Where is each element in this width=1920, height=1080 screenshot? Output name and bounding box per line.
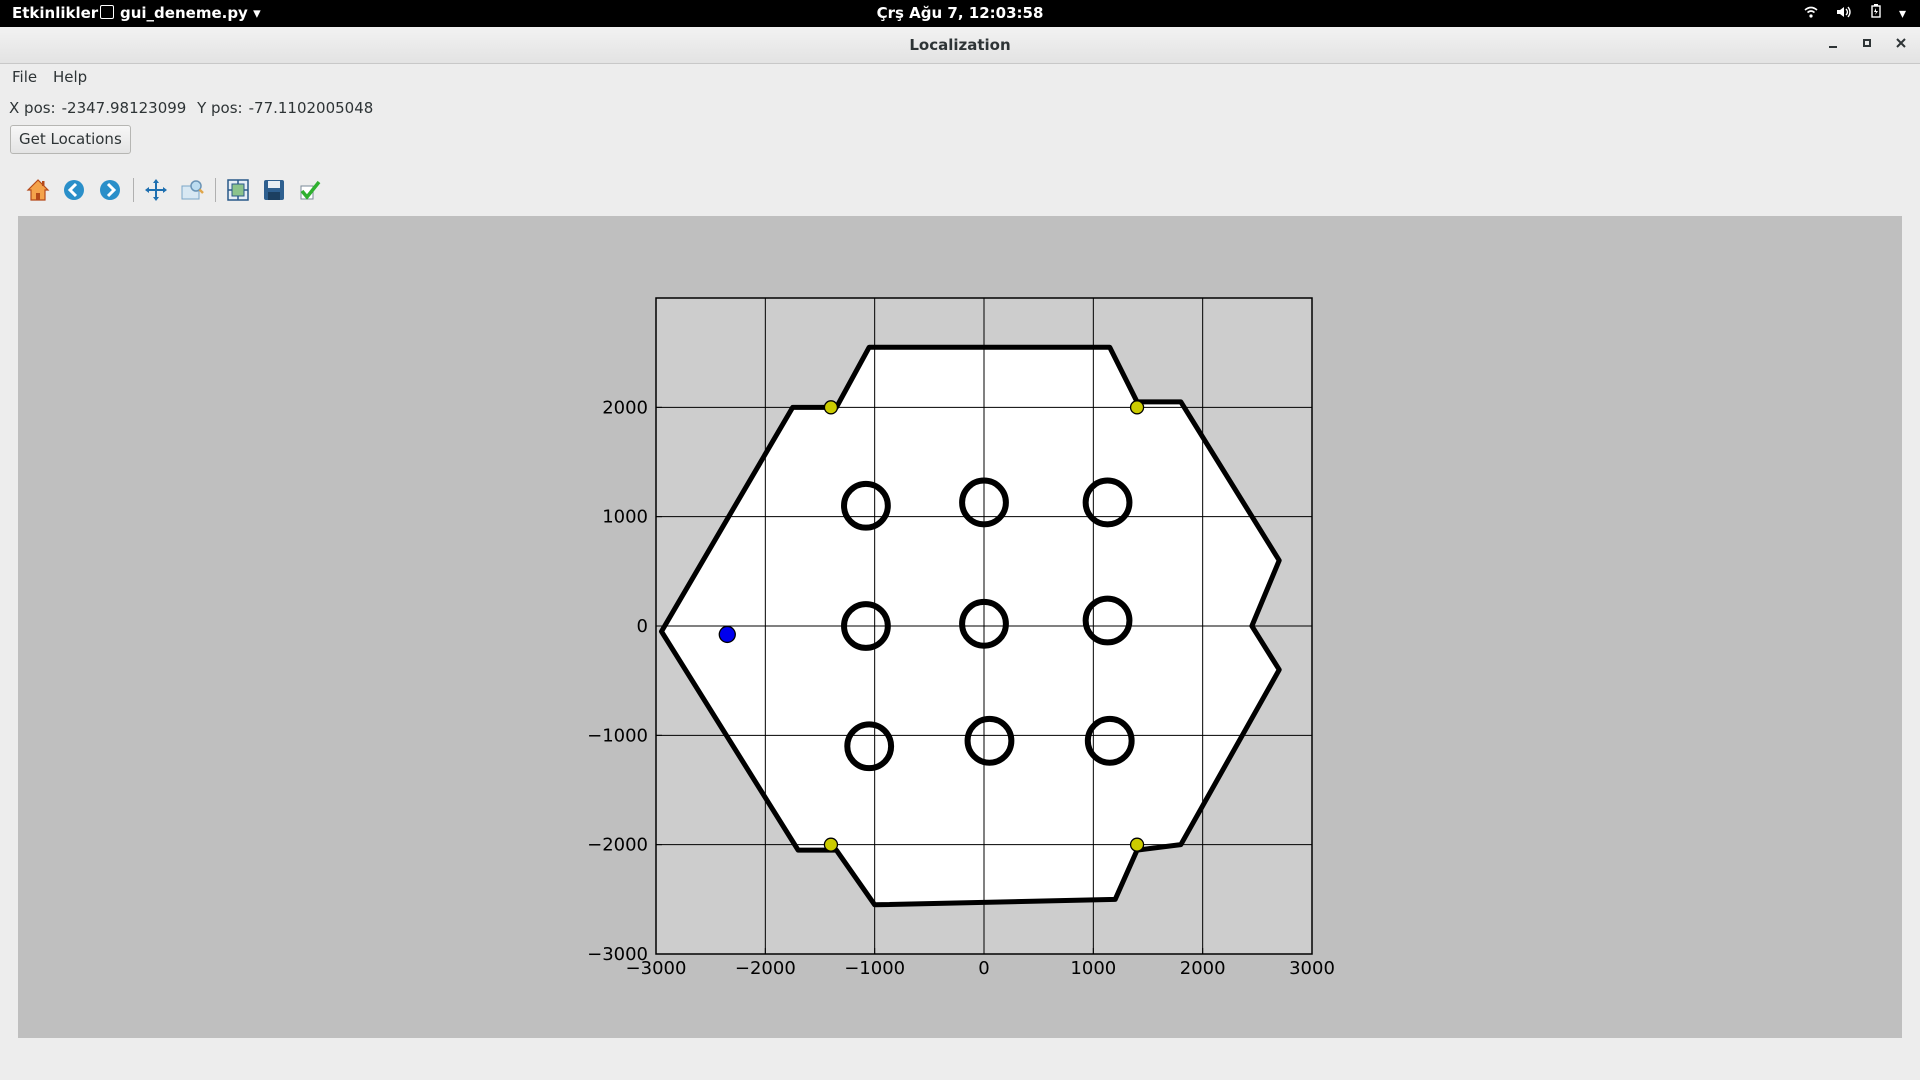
- obstacle-marker: [1082, 477, 1133, 528]
- y-pos-label: Y pos:: [197, 99, 243, 117]
- window-titlebar[interactable]: Localization: [0, 27, 1920, 64]
- toolbar-separator: [215, 178, 216, 202]
- home-button[interactable]: [24, 176, 52, 204]
- y-tick-label: 2000: [602, 397, 648, 418]
- y-pos-value: -77.1102005048: [248, 99, 374, 117]
- configure-subplots-icon: [227, 179, 249, 201]
- obstacle-marker: [844, 721, 895, 772]
- obstacle-marker: [841, 480, 891, 531]
- back-icon: [64, 180, 84, 200]
- y-tick-label: −1000: [587, 725, 648, 746]
- wifi-icon: [1804, 6, 1822, 22]
- anchor-point-marker: [823, 400, 839, 415]
- clock[interactable]: Çrş Ağu 7, 12:03:58: [0, 4, 1920, 22]
- system-menu-chevron-icon: ▾: [1898, 6, 1906, 22]
- x-tick-label: −2000: [735, 958, 796, 979]
- close-icon: [1896, 38, 1906, 48]
- forward-button[interactable]: [96, 176, 124, 204]
- system-tray[interactable]: ▾: [1790, 4, 1906, 22]
- anchor-point-marker: [1129, 837, 1145, 852]
- menu-help[interactable]: Help: [53, 68, 87, 86]
- save-button[interactable]: [260, 176, 288, 204]
- obstacle-marker: [1082, 595, 1133, 646]
- anchor-point-marker: [1129, 400, 1145, 415]
- menu-bar: File Help: [0, 64, 1920, 90]
- x-tick-label: 0: [978, 958, 989, 979]
- zoom-icon: [181, 180, 204, 200]
- edit-check-icon: [300, 180, 321, 200]
- home-icon: [26, 179, 50, 201]
- configure-subplots-button[interactable]: [224, 176, 252, 204]
- robot-position-marker: [718, 625, 736, 644]
- x-tick-label: 1000: [1070, 958, 1116, 979]
- window-title: Localization: [909, 36, 1011, 54]
- battery-icon: [1870, 4, 1885, 22]
- obstacle-marker: [1084, 715, 1135, 766]
- menu-file[interactable]: File: [12, 68, 37, 86]
- figure-canvas[interactable]: −3000 −2000 −1000 0 1000 2000 3000 −3000 −2000 −1…: [18, 216, 1902, 1038]
- x-tick-label: 3000: [1289, 958, 1335, 979]
- minimize-icon: [1829, 46, 1837, 48]
- maximize-button[interactable]: [1857, 34, 1877, 54]
- maximize-icon: [1863, 39, 1871, 47]
- back-button[interactable]: [60, 176, 88, 204]
- obstacle-marker: [964, 715, 1015, 766]
- volume-icon: [1836, 6, 1856, 22]
- pan-icon: [145, 179, 167, 201]
- y-tick-label: 0: [637, 616, 648, 637]
- x-tick-label: −1000: [844, 958, 905, 979]
- localization-plot[interactable]: −3000 −2000 −1000 0 1000 2000 3000−3000−2000−1…: [18, 216, 1902, 1038]
- y-tick-label: −2000: [587, 835, 648, 856]
- anchor-point-marker: [823, 837, 839, 852]
- pan-button[interactable]: [142, 176, 170, 204]
- x-pos-label: X pos:: [9, 99, 56, 117]
- y-tick-label: 1000: [602, 507, 648, 528]
- zoom-button[interactable]: [178, 176, 206, 204]
- system-top-bar: Etkinlikler gui_deneme.py ▾ Çrş Ağu 7, 1…: [0, 0, 1920, 27]
- edit-parameters-button[interactable]: [296, 176, 324, 204]
- close-button[interactable]: [1891, 34, 1911, 54]
- forward-icon: [100, 180, 120, 200]
- position-readout: X pos: -2347.98123099 Y pos: -77.110200504…: [9, 99, 379, 117]
- y-tick-label: −3000: [587, 944, 648, 965]
- toolbar-separator: [133, 178, 134, 202]
- save-icon: [264, 180, 284, 200]
- x-tick-label: 2000: [1180, 958, 1226, 979]
- x-pos-value: -2347.98123099: [61, 99, 187, 117]
- plot-toolbar: [20, 176, 380, 204]
- minimize-button[interactable]: [1823, 34, 1843, 54]
- get-locations-button[interactable]: Get Locations: [10, 125, 131, 154]
